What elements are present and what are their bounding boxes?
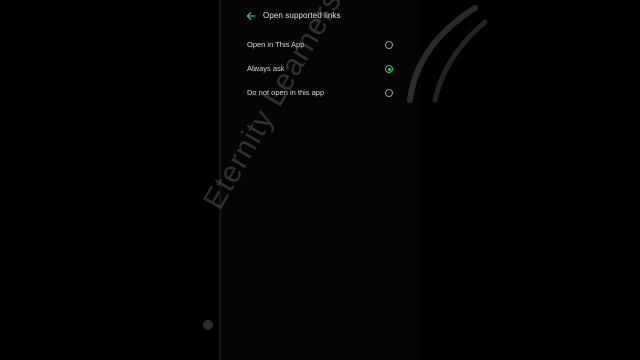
phone-screen: Open supported links Open in This App Al… xyxy=(219,0,421,360)
option-do-not-open[interactable]: Do not open in this app xyxy=(219,81,421,103)
option-open-in-app[interactable]: Open in This App xyxy=(219,33,421,55)
radio-button-selected[interactable] xyxy=(385,65,393,73)
page-title: Open supported links xyxy=(263,11,341,20)
phone-edge xyxy=(219,0,222,360)
option-label: Open in This App xyxy=(247,40,305,49)
option-label: Do not open in this app xyxy=(247,88,325,97)
option-always-ask[interactable]: Always ask xyxy=(219,57,421,79)
option-label: Always ask xyxy=(247,64,285,73)
arrow-left-icon[interactable] xyxy=(245,10,257,22)
radio-button[interactable] xyxy=(385,89,393,97)
video-frame: Open supported links Open in This App Al… xyxy=(0,0,640,360)
radio-button[interactable] xyxy=(385,41,393,49)
watermark-dot xyxy=(203,320,213,330)
app-bar: Open supported links xyxy=(219,8,421,28)
